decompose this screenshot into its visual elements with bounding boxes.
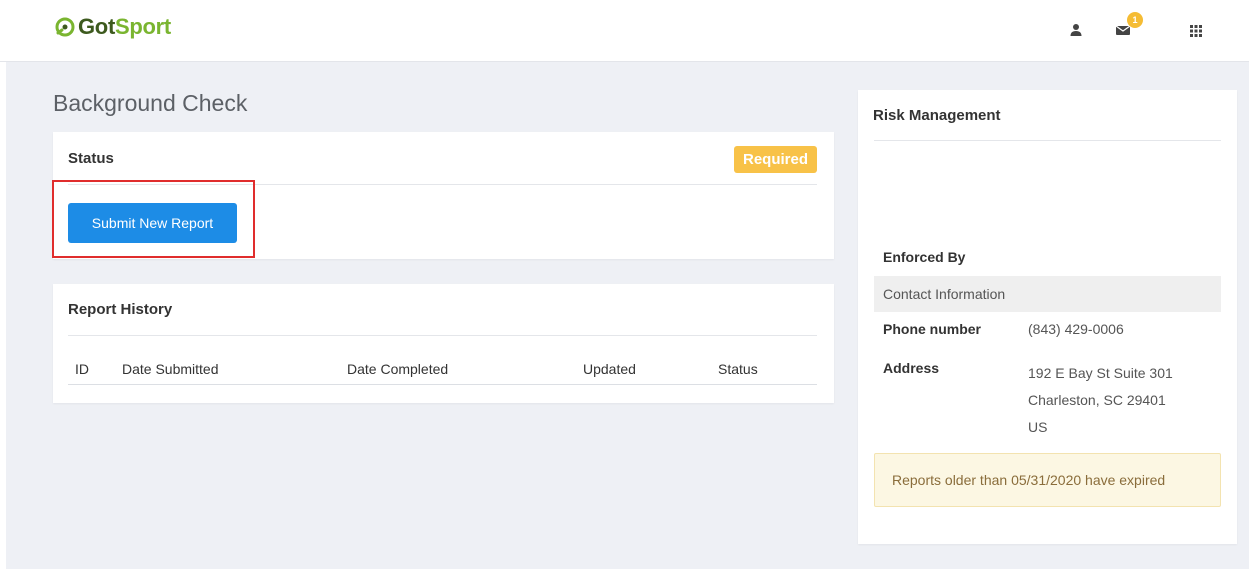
column-header-date-submitted[interactable]: Date Submitted (122, 361, 219, 377)
expiry-notice-text: Reports older than 05/31/2020 have expir… (892, 472, 1166, 488)
address-line-1: 192 E Bay St Suite 301 (1028, 365, 1173, 381)
logo-text-got: Got (78, 14, 115, 39)
column-header-date-completed[interactable]: Date Completed (347, 361, 448, 377)
address-line-3: US (1028, 419, 1048, 435)
report-history-title: Report History (68, 301, 173, 318)
table-header-divider (68, 384, 817, 385)
risk-management-title: Risk Management (873, 107, 1001, 124)
top-navbar: Got Sport 1 (0, 0, 1249, 62)
status-badge: Required (733, 146, 817, 173)
column-header-status[interactable]: Status (718, 361, 758, 377)
user-icon[interactable] (1066, 20, 1086, 40)
divider (874, 140, 1221, 141)
mail-count-badge: 1 (1127, 12, 1143, 28)
main-content: Background Check Status Required Submit … (6, 62, 1249, 569)
divider (68, 335, 817, 336)
contact-information-heading: Contact Information (874, 276, 1221, 312)
gotsport-logo-icon (55, 17, 75, 37)
submit-new-report-button[interactable]: Submit New Report (68, 203, 237, 243)
address-line-2: Charleston, SC 29401 (1028, 392, 1166, 408)
status-card-title: Status (68, 150, 114, 167)
grid-icon[interactable] (1186, 20, 1206, 40)
address-value: 192 E Bay St Suite 301 Charleston, SC 29… (1028, 360, 1173, 441)
gotsport-logo[interactable]: Got Sport (54, 12, 171, 42)
report-history-card: Report History ID Date Submitted Date Co… (53, 284, 834, 403)
phone-number-value[interactable]: (843) 429-0006 (1028, 321, 1124, 337)
contact-information-label: Contact Information (883, 286, 1006, 302)
phone-number-label: Phone number (883, 321, 982, 337)
page-title: Background Check (53, 90, 248, 116)
column-header-updated[interactable]: Updated (583, 361, 636, 377)
enforced-by-label: Enforced By (883, 249, 966, 265)
expiry-notice: Reports older than 05/31/2020 have expir… (874, 453, 1221, 507)
address-label: Address (883, 360, 940, 376)
logo-text-sport: Sport (114, 14, 171, 39)
risk-management-card: Risk Management Enforced By Contact Info… (858, 90, 1237, 544)
column-header-id[interactable]: ID (75, 361, 89, 377)
